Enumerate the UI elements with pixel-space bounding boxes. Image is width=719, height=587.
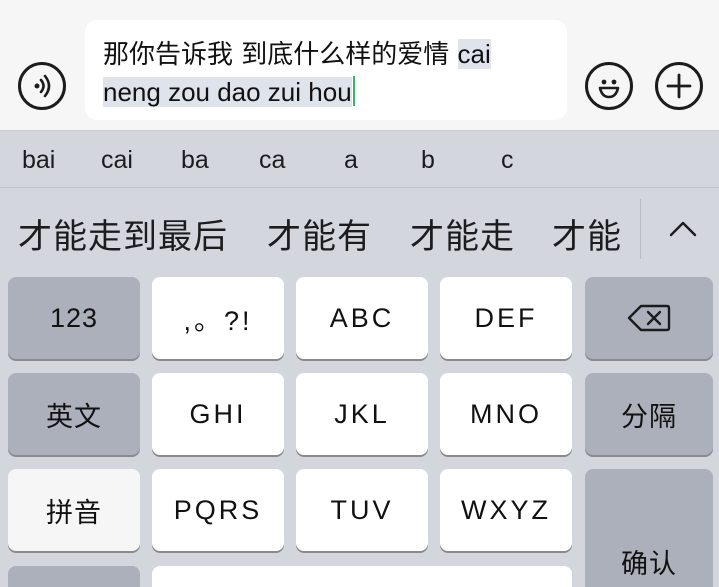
jkl-key[interactable]: JKL (296, 373, 428, 455)
def-key-label: DEF (474, 302, 538, 333)
pinyin-option[interactable]: c (501, 146, 514, 175)
tuv-key-label: TUV (330, 494, 394, 525)
space-key[interactable] (152, 566, 572, 587)
english-mode-key[interactable]: 英文 (8, 373, 140, 455)
pinyin-option[interactable]: ca (259, 146, 285, 175)
composed-text: 那你告诉我 到底什么样的爱情 (103, 40, 458, 70)
pinyin-mode-key[interactable]: 拼音 (8, 469, 140, 551)
abc-key-label: ABC (329, 302, 395, 333)
message-text-field[interactable]: 那你告诉我 到底什么样的爱情 cai neng zou dao zui hou (85, 20, 567, 120)
abc-key[interactable]: ABC (296, 277, 428, 359)
smiley-icon (598, 79, 620, 99)
pqrs-key-label: PQRS (173, 494, 263, 525)
pqrs-key[interactable]: PQRS (152, 469, 284, 551)
delete-key[interactable] (585, 277, 713, 359)
wxyz-key-label: WXYZ (461, 494, 551, 525)
candidate-word[interactable]: 才能有 (267, 209, 372, 258)
bottom-left-key[interactable] (8, 566, 140, 587)
pinyin-option[interactable]: ba (181, 146, 209, 175)
def-key[interactable]: DEF (440, 277, 572, 359)
wxyz-key[interactable]: WXYZ (440, 469, 572, 551)
pinyin-option[interactable]: bai (22, 146, 55, 175)
jkl-key-label: JKL (334, 398, 390, 429)
voice-wave-icon (34, 74, 51, 98)
voice-input-button[interactable] (18, 62, 66, 110)
pinyin-option[interactable]: cai (101, 146, 133, 175)
pinyin-options-row: bai cai ba ca a b c (0, 132, 719, 188)
numbers-key[interactable]: 123 (8, 277, 140, 359)
pinyin-option[interactable]: a (344, 146, 358, 175)
text-caret (352, 76, 355, 106)
pinyin-option[interactable]: b (421, 146, 435, 175)
candidate-word[interactable]: 才能 (552, 209, 622, 258)
punctuation-key[interactable]: ,。?! (152, 277, 284, 359)
message-input-bar: 那你告诉我 到底什么样的爱情 cai neng zou dao zui hou (0, 0, 719, 131)
plus-icon (666, 73, 692, 99)
numbers-key-label: 123 (49, 302, 99, 333)
add-attachment-button[interactable] (655, 62, 703, 110)
ghi-key[interactable]: GHI (152, 373, 284, 455)
chevron-up-icon (669, 221, 697, 237)
candidate-word[interactable]: 才能走到最后 (18, 209, 228, 258)
mno-key[interactable]: MNO (440, 373, 572, 455)
confirm-key[interactable]: 确认 (585, 469, 713, 587)
separator-key[interactable]: 分隔 (585, 373, 713, 455)
tuv-key[interactable]: TUV (296, 469, 428, 551)
pinyin-mode-label: 拼音 (46, 497, 102, 529)
mno-key-label: MNO (470, 398, 542, 429)
separator-key-label: 分隔 (621, 401, 677, 433)
expand-candidates-button[interactable] (660, 207, 706, 251)
english-mode-label: 英文 (46, 401, 102, 433)
candidate-word[interactable]: 才能走 (410, 209, 515, 258)
confirm-key-label: 确认 (621, 549, 677, 580)
ghi-key-label: GHI (189, 398, 247, 429)
emoji-button[interactable] (585, 62, 633, 110)
punctuation-key-label: ,。?! (183, 305, 253, 336)
candidate-divider (640, 199, 641, 259)
candidate-bar: 才能走到最后 才能有 才能走 才能 (0, 189, 719, 273)
backspace-icon (627, 304, 671, 332)
